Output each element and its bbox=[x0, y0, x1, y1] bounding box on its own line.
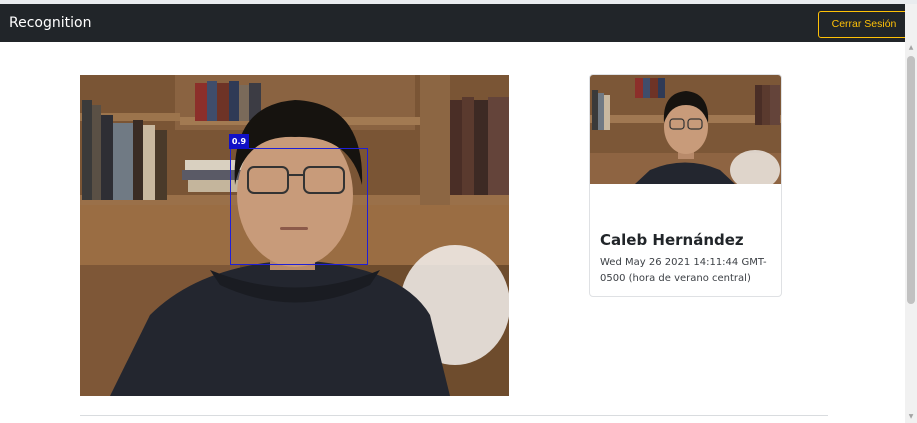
recognized-person-name: Caleb Hernández bbox=[600, 231, 744, 249]
face-detection-box bbox=[230, 148, 368, 265]
detection-score-label: 0.9 bbox=[229, 134, 249, 149]
scrollbar-thumb[interactable] bbox=[907, 56, 915, 304]
scroll-up-icon[interactable]: ▲ bbox=[905, 42, 917, 54]
recognition-timestamp: Wed May 26 2021 14:11:44 GMT-0500 (hora … bbox=[600, 257, 767, 284]
logout-button[interactable]: Cerrar Sesión bbox=[818, 11, 910, 38]
top-navbar: Recognition Cerrar Sesión bbox=[0, 4, 910, 42]
section-divider bbox=[80, 415, 828, 416]
scroll-down-icon[interactable]: ▼ bbox=[905, 411, 917, 423]
recognition-result-card: Caleb Hernández Wed May 26 2021 14:11:44… bbox=[589, 74, 782, 297]
page-scrollbar[interactable]: ▲ ▼ bbox=[905, 4, 917, 423]
matched-face-photo bbox=[590, 75, 781, 184]
brand-title[interactable]: Recognition bbox=[9, 15, 91, 31]
